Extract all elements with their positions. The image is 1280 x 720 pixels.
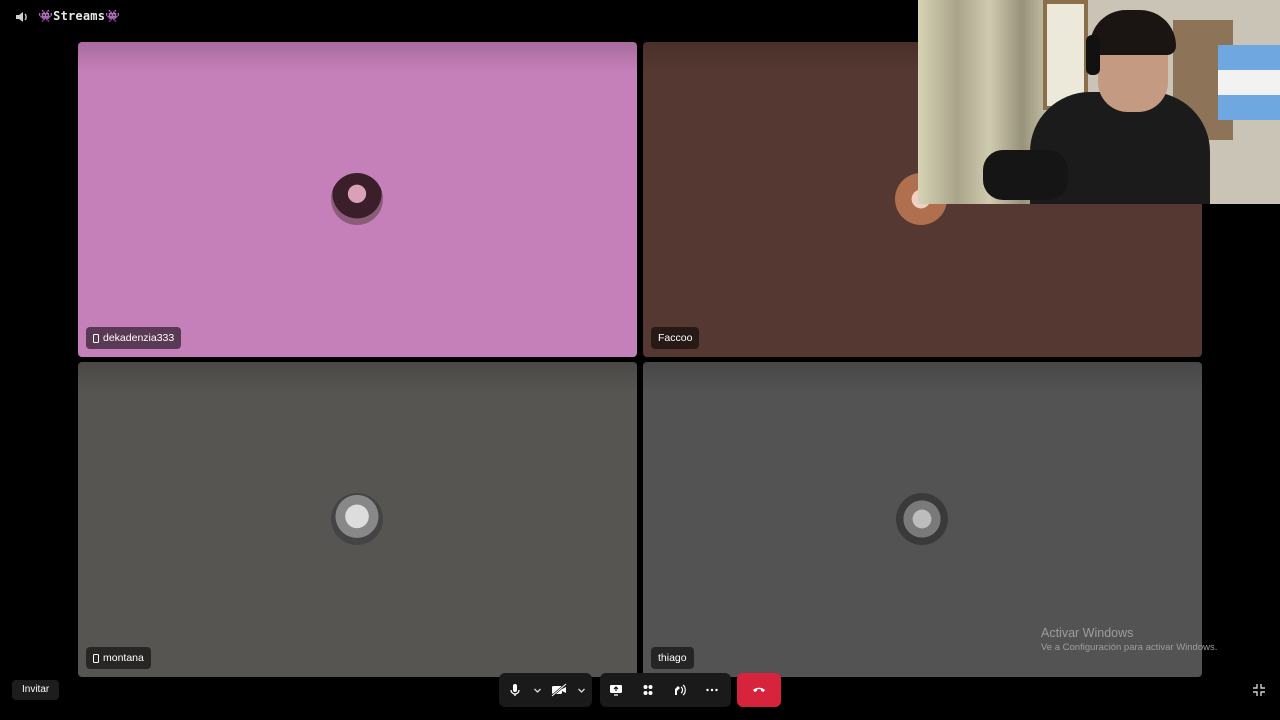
flag-stripe bbox=[1218, 45, 1280, 70]
mute-button[interactable] bbox=[499, 673, 531, 707]
camera-off-icon bbox=[551, 683, 567, 697]
voice-controls bbox=[499, 673, 592, 707]
more-icon bbox=[706, 688, 718, 692]
microphone bbox=[983, 150, 1068, 200]
screen-share-icon bbox=[610, 685, 622, 696]
flag-stripe bbox=[1218, 70, 1280, 95]
invite-button[interactable]: Invitar bbox=[12, 680, 60, 700]
mic-options-button[interactable] bbox=[531, 673, 543, 707]
camera-button[interactable] bbox=[543, 673, 575, 707]
soundboard-button[interactable] bbox=[664, 673, 696, 707]
headset bbox=[1086, 35, 1100, 75]
chevron-down-icon bbox=[533, 688, 541, 693]
windows-activation-watermark: Activar Windows Ve a Configuración para … bbox=[1041, 626, 1217, 653]
participant-tile[interactable]: montana bbox=[78, 362, 637, 677]
disconnect-button[interactable] bbox=[737, 673, 781, 707]
more-options-button[interactable] bbox=[696, 673, 728, 707]
participant-name: dekadenzia333 bbox=[103, 332, 175, 344]
tile-shade bbox=[78, 362, 637, 392]
participant-nametag: Faccoo bbox=[651, 327, 700, 349]
avatar bbox=[331, 493, 383, 545]
channel-name: 👾Streams👾 bbox=[38, 9, 121, 23]
speaker-icon bbox=[16, 12, 27, 22]
participant-name: thiago bbox=[658, 652, 687, 664]
participant-nametag: montana bbox=[86, 647, 151, 669]
activity-controls bbox=[600, 673, 731, 707]
activities-icon bbox=[643, 685, 653, 695]
collapse-fullscreen-icon[interactable] bbox=[1252, 683, 1266, 697]
camera-options-button[interactable] bbox=[575, 673, 587, 707]
avatar bbox=[331, 173, 383, 225]
watermark-title: Activar Windows bbox=[1041, 626, 1134, 640]
chevron-down-icon bbox=[577, 688, 585, 693]
participant-name: montana bbox=[103, 652, 144, 664]
tile-shade bbox=[78, 42, 637, 72]
webcam-overlay bbox=[918, 0, 1280, 204]
hang-up-icon bbox=[753, 687, 765, 692]
tile-shade bbox=[643, 362, 1202, 392]
participant-nametag: thiago bbox=[651, 647, 694, 669]
call-header: 👾Streams👾 bbox=[0, 0, 900, 34]
microphone-icon bbox=[510, 684, 520, 696]
participant-tile[interactable]: dekadenzia333 bbox=[78, 42, 637, 357]
mobile-icon bbox=[93, 653, 99, 663]
mobile-icon bbox=[93, 333, 99, 343]
share-screen-button[interactable] bbox=[600, 673, 632, 707]
flag-stripe bbox=[1218, 95, 1280, 120]
watermark-subtitle: Ve a Configuración para activar Windows. bbox=[1041, 642, 1218, 653]
activities-button[interactable] bbox=[632, 673, 664, 707]
participant-nametag: dekadenzia333 bbox=[86, 327, 182, 349]
avatar bbox=[896, 493, 948, 545]
soundboard-icon bbox=[675, 684, 686, 696]
participant-name: Faccoo bbox=[658, 332, 693, 344]
